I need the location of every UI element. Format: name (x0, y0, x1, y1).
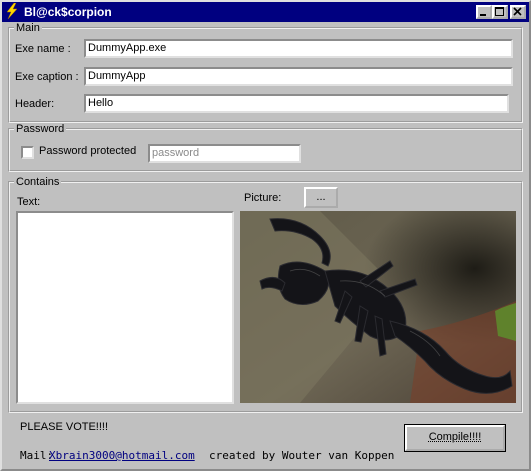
minimize-icon (480, 14, 486, 16)
text-area[interactable] (16, 211, 234, 404)
picture-label: Picture: (244, 192, 282, 204)
header-input[interactable]: Hello (84, 94, 509, 113)
password-protected-label[interactable]: Password protected (39, 145, 136, 157)
close-button[interactable] (510, 5, 526, 19)
exe-caption-input[interactable]: DummyApp (84, 67, 513, 86)
exe-name-input[interactable]: DummyApp.exe (84, 39, 513, 58)
compile-button-label: Compile!!!! (428, 431, 482, 443)
mail-link[interactable]: Xbrain3000@hotmail.com (49, 449, 195, 462)
maximize-button[interactable] (492, 5, 508, 19)
lightning-bolt-icon (5, 2, 19, 20)
contains-group-legend: Contains (16, 176, 60, 188)
vote-text: PLEASE VOTE!!!! (20, 421, 109, 433)
app-window: Bl@ck$corpion Main Exe name : DummyApp.e… (0, 0, 531, 471)
picture-preview (240, 211, 516, 403)
password-protected-checkbox[interactable] (21, 146, 34, 159)
main-group-legend: Main (16, 22, 40, 34)
password-input[interactable]: password (148, 144, 301, 163)
window-title: Bl@ck$corpion (24, 5, 112, 19)
minimize-button[interactable] (476, 5, 492, 19)
credit-text: created by Wouter van Koppen (209, 449, 395, 462)
title-bar[interactable]: Bl@ck$corpion (2, 2, 529, 22)
exe-caption-label: Exe caption : (15, 71, 79, 83)
close-icon (513, 7, 522, 16)
compile-button[interactable]: Compile!!!! (404, 424, 506, 452)
exe-name-label: Exe name : (15, 43, 71, 55)
password-group-legend: Password (16, 123, 65, 135)
header-label: Header: (15, 98, 55, 110)
text-label: Text: (17, 196, 41, 208)
maximize-icon (495, 7, 504, 16)
browse-picture-button[interactable]: ... (304, 187, 338, 208)
scorpion-photo-icon (240, 211, 516, 403)
